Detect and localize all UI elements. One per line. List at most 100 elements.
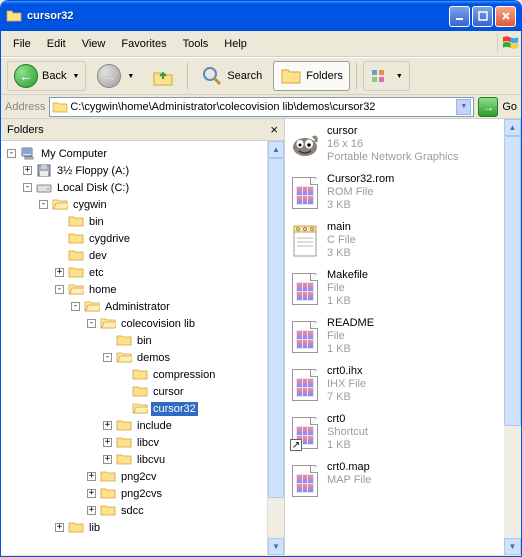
file-item[interactable]: MakefileFile1 KB — [289, 269, 517, 309]
collapse-icon[interactable] — [119, 404, 128, 413]
menu-edit[interactable]: Edit — [39, 35, 74, 53]
file-name: cursor — [327, 125, 458, 138]
file-list-pane[interactable]: cursor16 x 16Portable Network Graphics Cu… — [285, 119, 521, 555]
tree-node-folder-home[interactable]: -home — [1, 281, 284, 298]
file-type: C File — [327, 234, 356, 247]
collapse-icon[interactable] — [119, 387, 128, 396]
file-item[interactable]: crt0.mapMAP File — [289, 461, 517, 501]
collapse-icon[interactable]: - — [87, 319, 96, 328]
tree-node-folder-compression[interactable]: compression — [1, 366, 284, 383]
folder-tree[interactable]: -My Computer+3½ Floppy (A:)-Local Disk (… — [1, 141, 284, 555]
address-input-wrap[interactable]: ▼ — [49, 97, 474, 117]
tree-node-my-computer[interactable]: -My Computer — [1, 145, 284, 162]
file-item[interactable]: crt0.ihxIHX File7 KB — [289, 365, 517, 405]
menu-view[interactable]: View — [74, 35, 114, 53]
close-button[interactable] — [495, 6, 516, 27]
node-label: Local Disk (C:) — [55, 181, 131, 195]
back-button[interactable]: ← Back ▼ — [7, 61, 86, 91]
address-input[interactable] — [68, 101, 456, 113]
file-info: Cursor32.romROM File3 KB — [327, 173, 394, 212]
collapse-icon[interactable]: - — [23, 183, 32, 192]
expand-icon[interactable]: + — [103, 438, 112, 447]
collapse-icon[interactable] — [55, 251, 64, 260]
collapse-icon[interactable] — [119, 370, 128, 379]
file-info: mainC File3 KB — [327, 221, 356, 260]
file-size: Portable Network Graphics — [327, 151, 458, 164]
expand-icon[interactable]: + — [103, 421, 112, 430]
up-button[interactable] — [145, 61, 181, 91]
menu-tools[interactable]: Tools — [175, 35, 217, 53]
file-item[interactable]: Cursor32.romROM File3 KB — [289, 173, 517, 213]
tree-node-folder-cursor32[interactable]: cursor32 — [1, 400, 284, 417]
collapse-icon[interactable]: - — [71, 302, 80, 311]
tree-node-folder-etc[interactable]: + etc — [1, 264, 284, 281]
folder-icon — [6, 8, 22, 24]
scroll-thumb[interactable] — [504, 136, 521, 426]
expand-icon[interactable]: + — [23, 166, 32, 175]
menu-file[interactable]: File — [5, 35, 39, 53]
address-dropdown[interactable]: ▼ — [456, 99, 471, 115]
tree-node-folder-cygwin[interactable]: -cygwin — [1, 196, 284, 213]
tree-node-local-disk[interactable]: - Local Disk (C:) — [1, 179, 284, 196]
tree-node-folder-libcv[interactable]: + libcv — [1, 434, 284, 451]
node-label: libcv — [135, 436, 161, 450]
expand-icon[interactable]: + — [87, 506, 96, 515]
tree-node-folder-png2cvs[interactable]: +png2cvs — [1, 485, 284, 502]
expand-icon[interactable]: + — [55, 523, 64, 532]
views-button[interactable]: ▼ — [363, 61, 410, 91]
expand-icon[interactable]: + — [55, 268, 64, 277]
tree-node-folder-cygdrive[interactable]: cygdrive — [1, 230, 284, 247]
tree-node-floppy-drive[interactable]: +3½ Floppy (A:) — [1, 162, 284, 179]
collapse-icon[interactable] — [103, 336, 112, 345]
tree-node-folder-dev[interactable]: dev — [1, 247, 284, 264]
tree-node-folder-bin[interactable]: bin — [1, 213, 284, 230]
node-icon — [52, 197, 68, 213]
tree-node-folder-cursor[interactable]: cursor — [1, 383, 284, 400]
tree-node-folder-bin[interactable]: bin — [1, 332, 284, 349]
collapse-icon[interactable] — [55, 217, 64, 226]
folders-button[interactable]: Folders — [273, 61, 350, 91]
tree-node-folder-administrator[interactable]: -Administrator — [1, 298, 284, 315]
forward-button[interactable]: → ▼ — [90, 61, 141, 91]
tree-node-folder-sdcc[interactable]: +sdcc — [1, 502, 284, 519]
node-icon — [132, 384, 148, 400]
tree-node-folder-lib[interactable]: +lib — [1, 519, 284, 536]
tree-node-folder-colecovision[interactable]: -colecovision lib — [1, 315, 284, 332]
node-icon — [116, 333, 132, 349]
search-button[interactable]: Search — [194, 61, 269, 91]
menu-favorites[interactable]: Favorites — [113, 35, 174, 53]
collapse-icon[interactable]: - — [39, 200, 48, 209]
file-item[interactable]: READMEFile1 KB — [289, 317, 517, 357]
scrollbar[interactable]: ▲ ▼ — [267, 141, 284, 555]
expand-icon[interactable]: + — [103, 455, 112, 464]
go-button[interactable]: → — [478, 97, 498, 117]
forward-icon: → — [97, 64, 121, 88]
close-pane-button[interactable]: × — [270, 122, 278, 137]
scrollbar[interactable]: ▲ ▼ — [504, 119, 521, 555]
node-label: cursor — [151, 385, 186, 399]
scroll-down-button[interactable]: ▼ — [504, 538, 521, 555]
collapse-icon[interactable] — [55, 234, 64, 243]
scroll-up-button[interactable]: ▲ — [268, 141, 284, 158]
menu-help[interactable]: Help — [216, 35, 255, 53]
scroll-thumb[interactable] — [268, 158, 284, 498]
tree-node-folder-png2cv[interactable]: +png2cv — [1, 468, 284, 485]
file-item[interactable]: cursor16 x 16Portable Network Graphics — [289, 125, 517, 165]
file-item[interactable]: mainC File3 KB — [289, 221, 517, 261]
tree-node-folder-include[interactable]: +include — [1, 417, 284, 434]
node-label: etc — [87, 266, 106, 280]
expand-icon[interactable]: + — [87, 472, 96, 481]
collapse-icon[interactable]: - — [55, 285, 64, 294]
tree-node-folder-demos[interactable]: -demos — [1, 349, 284, 366]
folders-pane-header: Folders × — [1, 119, 284, 141]
tree-node-folder-libcvu[interactable]: +libcvu — [1, 451, 284, 468]
scroll-up-button[interactable]: ▲ — [504, 119, 521, 136]
collapse-icon[interactable]: - — [103, 353, 112, 362]
maximize-button[interactable] — [472, 6, 493, 27]
file-item[interactable]: ↗crt0Shortcut1 KB — [289, 413, 517, 453]
minimize-button[interactable] — [449, 6, 470, 27]
expand-icon[interactable]: + — [87, 489, 96, 498]
scroll-down-button[interactable]: ▼ — [268, 538, 284, 555]
up-folder-icon — [152, 65, 174, 87]
collapse-icon[interactable]: - — [7, 149, 16, 158]
